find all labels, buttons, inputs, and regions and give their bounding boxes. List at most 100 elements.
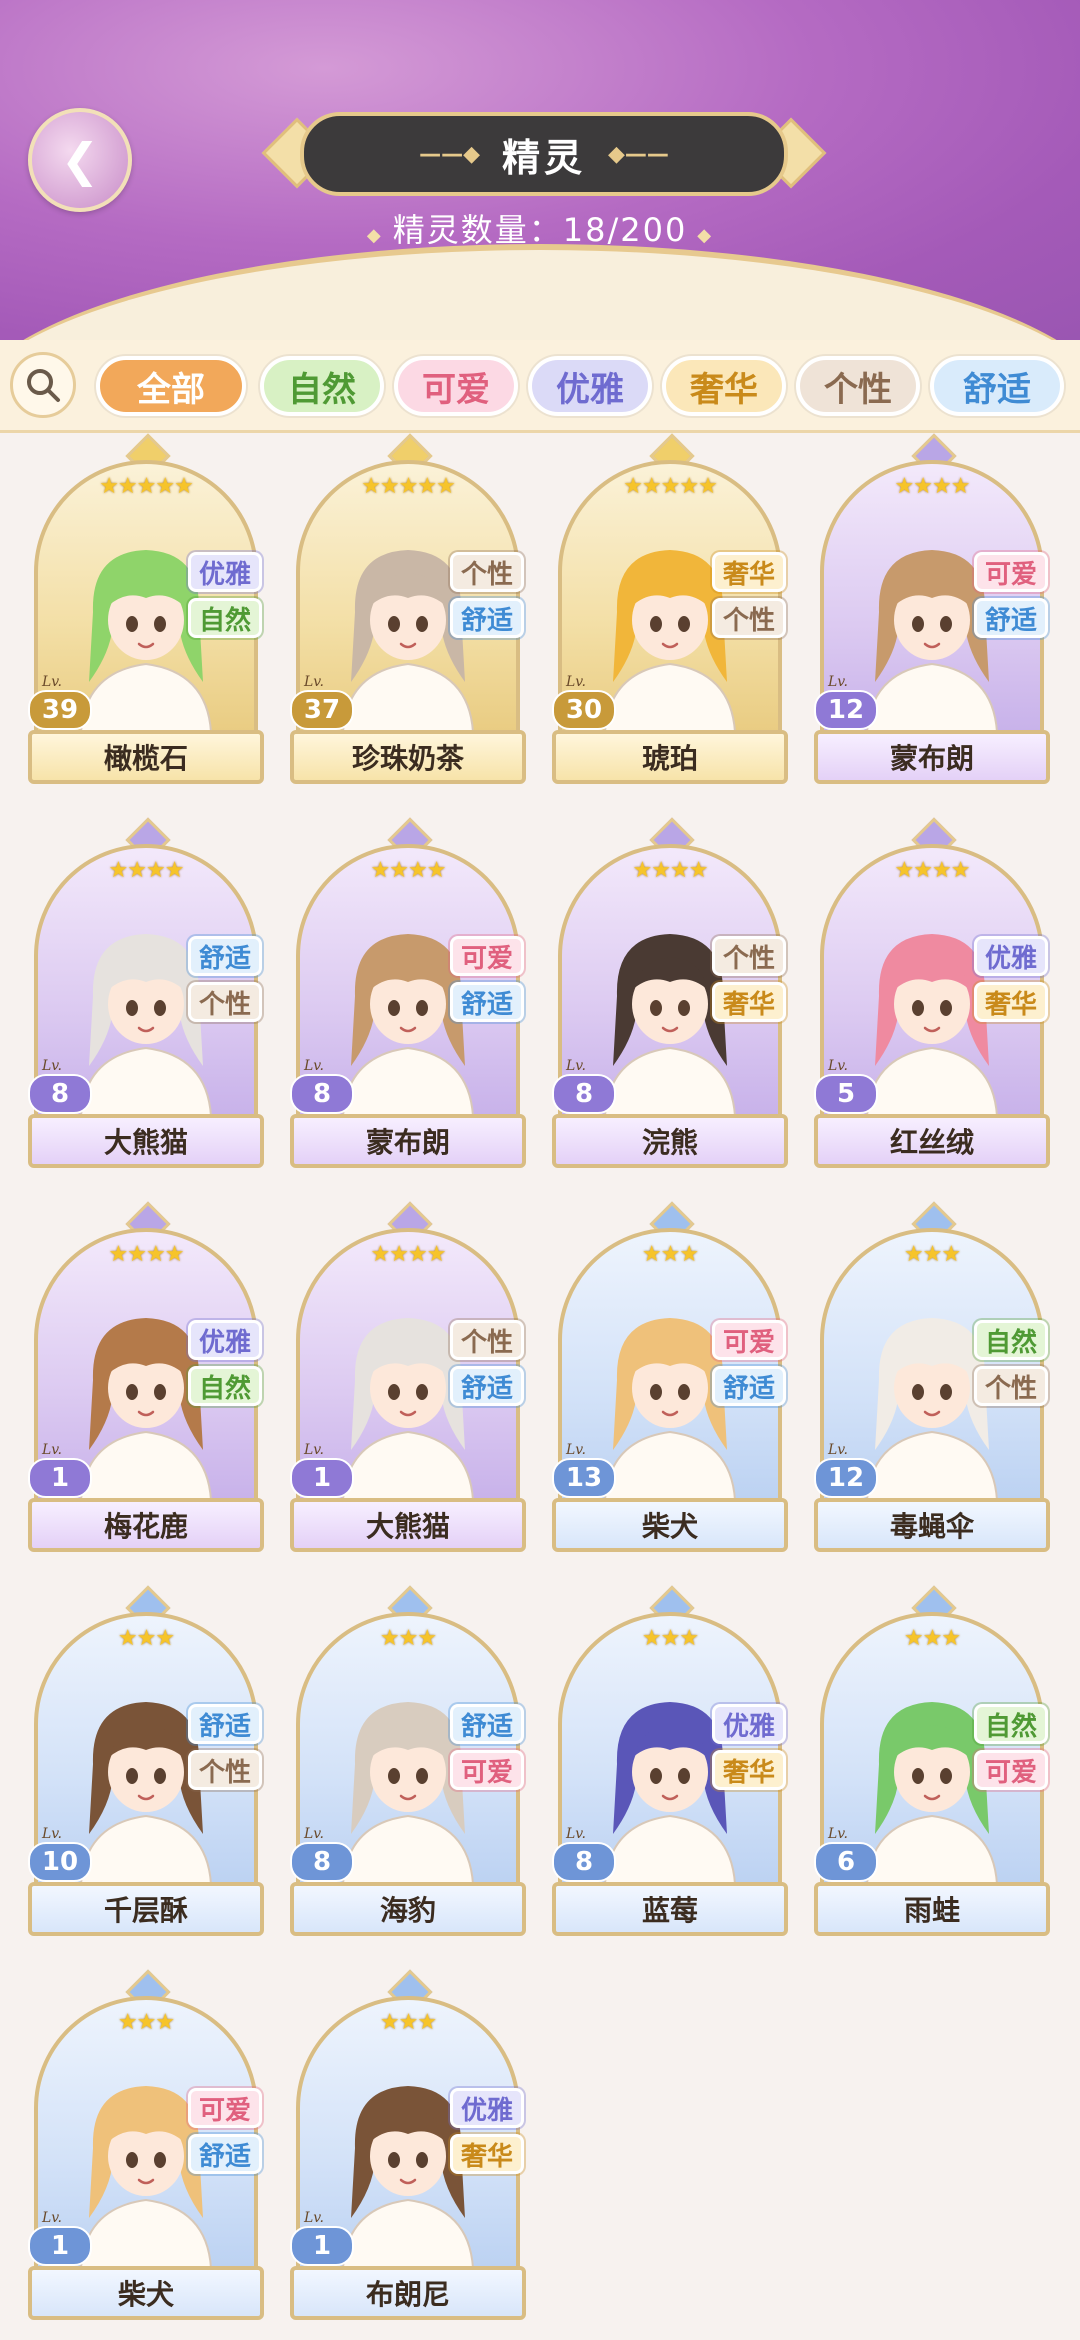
sprite-card[interactable]: ★★★★ 优雅 奢华 Lv. 5 红丝绒 [814, 817, 1050, 1170]
sprite-name: 梅花鹿 [28, 1498, 264, 1552]
trait-tag: 可爱 [712, 1320, 786, 1360]
count-deco-right: ◆ [697, 225, 714, 246]
sprite-grid: ★★★★★ 优雅 自然 Lv. 39 橄榄石 ★★★★★ 个性 舒适 Lv. 37 珍珠奶茶 ★★★★★… [0, 433, 1080, 2340]
sprite-name: 海豹 [290, 1882, 526, 1936]
trait-tag: 个性 [188, 1750, 262, 1790]
level-badge: Lv. 30 [552, 674, 616, 730]
sprite-card[interactable]: ★★★★★ 奢华 个性 Lv. 30 琥珀 [552, 433, 788, 786]
page-title-plate: ——◆ 精灵 ◆—— [300, 112, 788, 196]
level-label: Lv. [828, 1058, 848, 1074]
level-badge: Lv. 6 [814, 1826, 878, 1882]
header: ❮ ——◆ 精灵 ◆—— ◆ 精灵数量：18/200 ◆ [0, 0, 1080, 340]
sprite-name: 蒙布朗 [290, 1114, 526, 1168]
level-value: 1 [28, 2226, 92, 2266]
level-label: Lv. [828, 674, 848, 690]
star-rating: ★★★ [903, 1626, 961, 1651]
sprite-card[interactable]: ★★★★ 个性 舒适 Lv. 1 大熊猫 [290, 1201, 526, 1554]
sprite-card[interactable]: ★★★★★ 优雅 自然 Lv. 39 橄榄石 [28, 433, 264, 786]
level-value: 1 [28, 1458, 92, 1498]
sprite-card[interactable]: ★★★★ 可爱 舒适 Lv. 8 蒙布朗 [290, 817, 526, 1170]
trait-tag: 奢华 [712, 982, 786, 1022]
level-badge: Lv. 1 [28, 2210, 92, 2266]
sprite-name: 大熊猫 [28, 1114, 264, 1168]
star-rating: ★★★ [379, 2010, 437, 2035]
sprite-card[interactable]: ★★★★ 舒适 个性 Lv. 8 大熊猫 [28, 817, 264, 1170]
trait-tag: 个性 [974, 1366, 1048, 1406]
trait-tag: 个性 [712, 936, 786, 976]
star-rating: ★★★★ [632, 858, 709, 883]
sprite-name: 蓝莓 [552, 1882, 788, 1936]
sprite-card[interactable]: ★★★ 优雅奢华 Lv. 1 布朗尼 [290, 1969, 526, 2322]
magnifier-icon[interactable] [10, 352, 76, 418]
sprite-name: 毒蝇伞 [814, 1498, 1050, 1552]
filter-chip-5[interactable]: 个性 [796, 356, 920, 416]
level-label: Lv. [42, 1442, 62, 1458]
star-rating: ★★★★★ [361, 474, 456, 499]
filter-chip-0[interactable]: 全部 [96, 356, 246, 416]
filter-chip-1[interactable]: 自然 [260, 356, 384, 416]
trait-tag: 自然 [188, 598, 262, 638]
sprite-name: 布朗尼 [290, 2266, 526, 2320]
trait-tag: 舒适 [450, 1366, 524, 1406]
trait-tag: 舒适 [188, 2134, 262, 2174]
level-label: Lv. [42, 1826, 62, 1842]
count-label: 精灵数量： [392, 211, 563, 249]
star-rating: ★★★★★ [623, 474, 718, 499]
level-label: Lv. [304, 674, 324, 690]
filter-chip-4[interactable]: 奢华 [662, 356, 786, 416]
level-badge: Lv. 10 [28, 1826, 92, 1882]
sprite-name: 柴犬 [28, 2266, 264, 2320]
level-label: Lv. [42, 1058, 62, 1074]
level-value: 1 [290, 2226, 354, 2266]
trait-tag: 优雅 [188, 1320, 262, 1360]
trait-tag: 舒适 [450, 982, 524, 1022]
filter-chip-3[interactable]: 优雅 [528, 356, 652, 416]
star-rating: ★★★★ [108, 858, 185, 883]
sprite-card[interactable]: ★★★★ 优雅 自然 Lv. 1 梅花鹿 [28, 1201, 264, 1554]
sprite-card[interactable]: ★★★★ 可爱 舒适 Lv. 12 蒙布朗 [814, 433, 1050, 786]
level-value: 8 [552, 1842, 616, 1882]
trait-tag: 可爱 [450, 936, 524, 976]
wing-back-icon[interactable]: ❮ [28, 108, 132, 212]
trait-tag: 奢华 [450, 2134, 524, 2174]
star-rating: ★★★★ [370, 858, 447, 883]
level-badge: Lv. 8 [552, 1058, 616, 1114]
level-value: 12 [814, 1458, 878, 1498]
level-badge: Lv. 39 [28, 674, 92, 730]
sprite-card[interactable]: ★★★ 优雅 奢华 Lv. 8 蓝莓 [552, 1585, 788, 1938]
sprite-card[interactable]: ★★★ 自然 个性 Lv. 12 毒蝇伞 [814, 1201, 1050, 1554]
level-value: 39 [28, 690, 92, 730]
star-rating: ★★★ [641, 1242, 699, 1267]
filter-chip-6[interactable]: 舒适 [930, 356, 1064, 416]
trait-tag: 奢华 [974, 982, 1048, 1022]
filter-chip-2[interactable]: 可爱 [394, 356, 518, 416]
trait-tag: 舒适 [712, 1366, 786, 1406]
trait-tag: 舒适 [450, 1704, 524, 1744]
level-badge: Lv. 8 [28, 1058, 92, 1114]
level-label: Lv. [304, 2210, 324, 2226]
level-badge: Lv. 37 [290, 674, 354, 730]
sprite-card[interactable]: ★★★ 可爱 舒适 Lv. 13 柴犬 [552, 1201, 788, 1554]
level-badge: Lv. 1 [290, 1442, 354, 1498]
sprite-card[interactable]: ★★★ 自然 可爱 Lv. 6 雨蛙 [814, 1585, 1050, 1938]
level-value: 5 [814, 1074, 878, 1114]
trait-tag: 可爱 [974, 1750, 1048, 1790]
sprite-card[interactable]: ★★★ 舒适 可爱 Lv. 8 海豹 [290, 1585, 526, 1938]
sprite-card[interactable]: ★★★★★ 个性 舒适 Lv. 37 珍珠奶茶 [290, 433, 526, 786]
level-badge: Lv. 1 [28, 1442, 92, 1498]
sprite-card[interactable]: ★★★ 可爱 舒适 Lv. 1 柴犬 [28, 1969, 264, 2322]
star-rating: ★★★★ [894, 474, 971, 499]
trait-tag: 舒适 [974, 598, 1048, 638]
sprite-card[interactable]: ★★★ 舒适 个性 Lv. 10 千层酥 [28, 1585, 264, 1938]
trait-tag: 个性 [450, 1320, 524, 1360]
star-rating: ★★★ [641, 1626, 699, 1651]
count-deco-left: ◆ [366, 225, 383, 246]
level-label: Lv. [42, 2210, 62, 2226]
trait-tag: 优雅 [450, 2088, 524, 2128]
level-value: 8 [290, 1074, 354, 1114]
trait-tag: 舒适 [188, 1704, 262, 1744]
sprite-card[interactable]: ★★★★ 个性 奢华 Lv. 8 浣熊 [552, 817, 788, 1170]
star-rating: ★★★ [117, 1626, 175, 1651]
trait-tag: 奢华 [712, 552, 786, 592]
sprite-name: 珍珠奶茶 [290, 730, 526, 784]
